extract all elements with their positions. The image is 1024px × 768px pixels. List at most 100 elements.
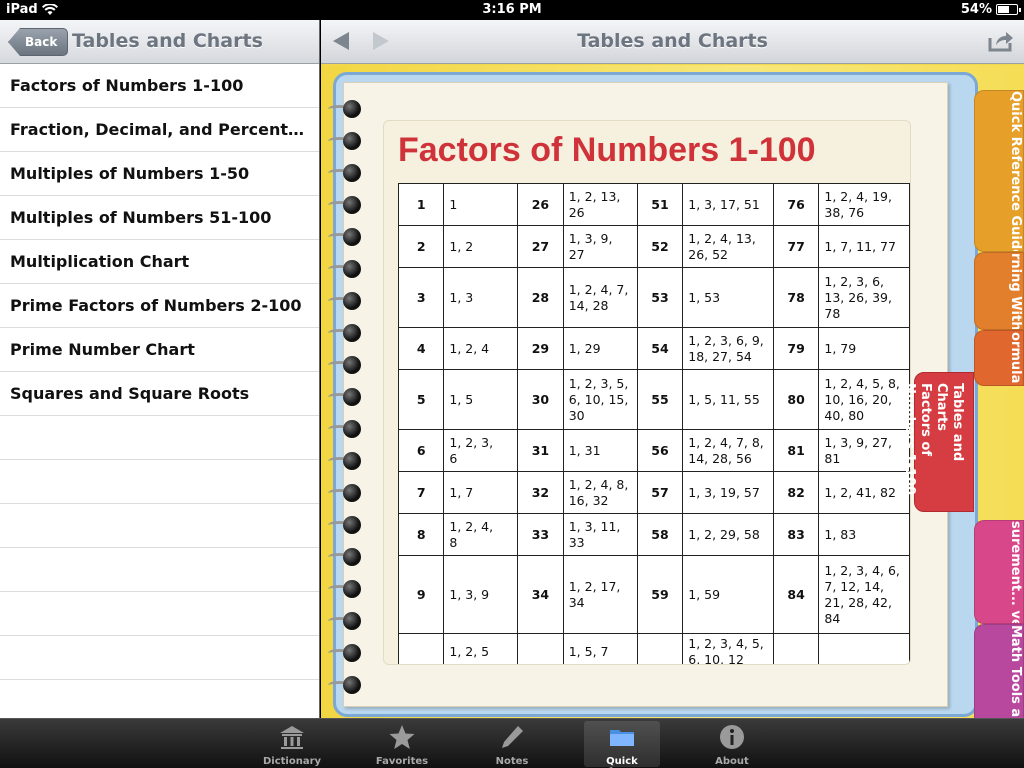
list-item[interactable]: Factors of Numbers 1-100	[0, 64, 319, 108]
factors-cell: 1, 2, 29, 58	[682, 513, 774, 556]
number-cell: 5	[397, 369, 445, 430]
list-item[interactable]: Multiples of Numbers 1-50	[0, 152, 319, 196]
factors-cell: 1, 2, 3, 6	[443, 429, 519, 472]
battery-indicator: 54%	[961, 2, 1021, 17]
factors-cell: 1, 2, 4, 7, 14, 28	[562, 267, 638, 328]
side-tab-label: Quick Reference Guides: Opera...	[1008, 91, 1023, 252]
list-item[interactable]: Prime Number Chart	[0, 328, 319, 372]
number-cell	[636, 633, 684, 664]
master-panel: Back Tables and Charts Factors of Number…	[0, 20, 320, 718]
side-tab-label: Math Tools and Equipment	[1008, 625, 1023, 718]
spiral-rings	[326, 95, 366, 703]
number-cell: 83	[772, 513, 820, 556]
list-item[interactable]: Multiples of Numbers 51-100	[0, 196, 319, 240]
side-tab[interactable]: surement... version...	[974, 520, 1024, 624]
page-title: Factors of Numbers 1-100	[398, 131, 816, 169]
factors-cell: 1, 2, 17, 34	[562, 555, 638, 634]
tab-about[interactable]: About	[694, 721, 770, 767]
factors-cell: 1, 2, 3, 6, 9, 18, 27, 54	[682, 327, 774, 370]
factors-cell: 1, 3, 17, 51	[682, 183, 774, 226]
factors-cell: 1, 7	[443, 471, 519, 514]
factors-cell: 1	[443, 183, 519, 226]
factors-cell: 1, 2, 3, 4, 5, 6, 10, 12	[682, 633, 774, 664]
number-cell: 78	[772, 267, 820, 328]
number-cell: 52	[636, 225, 684, 268]
tab-bar: Dictionary Favorites Notes Quick Referen…	[0, 718, 1024, 768]
side-tab[interactable]: ormula	[974, 330, 1024, 386]
side-tab-label: rning With ...ipulatives	[1008, 253, 1023, 329]
dictionary-icon	[280, 726, 304, 749]
factors-cell: 1, 5, 11, 55	[682, 369, 774, 430]
detail-title: Tables and Charts	[577, 30, 768, 52]
number-cell: 6	[397, 429, 445, 472]
active-tab-sublabel: Factors of Numbers 1-100	[902, 383, 933, 496]
side-tab-label: ormula	[1008, 332, 1023, 384]
list-item[interactable]: Prime Factors of Numbers 2-100	[0, 284, 319, 328]
table-row: 8 1, 2, 4, 8 33 1, 3, 11, 33 58 1, 2, 29, 58 8…	[397, 513, 910, 556]
factors-cell: 1, 3, 9, 27, 81	[818, 429, 910, 472]
factors-table: 1 1 26 1, 2, 13, 26 51 1, 3, 17, 51 76 1, 2, 4,…	[397, 183, 910, 664]
factors-cell: 1, 3	[443, 267, 519, 328]
list-item[interactable]: Fraction, Decimal, and Percent Equ...	[0, 108, 319, 152]
active-tab-label: Tables and Charts	[934, 383, 965, 462]
side-tab[interactable]: Math Tools and Equipment	[974, 624, 1024, 718]
detail-panel: Tables and Charts Factors of Numbers 1-1…	[321, 20, 1024, 718]
tab-favorites[interactable]: Favorites	[364, 721, 440, 767]
side-tab[interactable]: rning With ...ipulatives	[974, 252, 1024, 330]
factors-cell: 1, 59	[682, 555, 774, 634]
share-icon[interactable]	[988, 30, 1014, 52]
number-cell: 34	[517, 555, 564, 634]
number-cell: 76	[772, 183, 820, 226]
tab-label: Quick Reference	[593, 756, 650, 768]
tab-notes[interactable]: Notes	[474, 721, 550, 767]
factors-cell: 1, 2, 41, 82	[818, 471, 910, 514]
number-cell: 59	[636, 555, 684, 634]
number-cell: 57	[636, 471, 684, 514]
number-cell: 27	[517, 225, 564, 268]
star-icon	[389, 725, 415, 749]
factors-cell: 1, 2, 5	[443, 633, 519, 664]
table-row: 7 1, 7 32 1, 2, 4, 8, 16, 32 57 1, 3, 19, 57 8…	[397, 471, 910, 514]
list-item[interactable]: Squares and Square Roots	[0, 372, 319, 416]
tab-dictionary[interactable]: Dictionary	[254, 721, 330, 767]
number-cell: 81	[772, 429, 820, 472]
factors-cell: 1, 2, 4, 8, 16, 32	[562, 471, 638, 514]
back-button[interactable]: Back	[8, 28, 69, 56]
empty-list-rows	[0, 416, 319, 680]
left-title: Tables and Charts	[72, 30, 263, 52]
tab-label: Favorites	[375, 756, 429, 767]
side-tab[interactable]: Quick Reference Guides: Opera...	[974, 90, 1024, 252]
number-cell: 28	[517, 267, 564, 328]
number-cell: 58	[636, 513, 684, 556]
list-item[interactable]: Multiplication Chart	[0, 240, 319, 284]
factors-cell: 1, 2, 4, 8	[443, 513, 519, 556]
number-cell: 56	[636, 429, 684, 472]
number-cell: 51	[636, 183, 684, 226]
number-cell: 31	[517, 429, 564, 472]
side-tabs: Quick Reference Guides: Opera...rning Wi…	[902, 90, 1024, 718]
factors-cell: 1, 2, 13, 26	[562, 183, 638, 226]
factors-cell: 1, 53	[682, 267, 774, 328]
tab-quick-reference[interactable]: Quick Reference	[584, 721, 660, 768]
number-cell: 26	[517, 183, 564, 226]
number-cell: 32	[517, 471, 564, 514]
side-tab-active[interactable]: Tables and Charts Factors of Numbers 1-10…	[902, 372, 974, 512]
factors-cell	[818, 633, 910, 664]
factors-cell: 1, 2	[443, 225, 519, 268]
table-row: 5 1, 5 30 1, 2, 3, 5, 6, 10, 15, 30 55 1, 5, …	[397, 369, 910, 430]
topic-list: Factors of Numbers 1-100 Fraction, Decim…	[0, 64, 319, 416]
factors-cell: 1, 2, 4, 5, 8, 10, 16, 20, 40, 80	[818, 369, 910, 430]
table-row: 1 1 26 1, 2, 13, 26 51 1, 3, 17, 51 76 1, 2, 4,…	[397, 183, 910, 226]
status-bar: iPad 3:16 PM 54%	[0, 0, 1024, 20]
factors-cell: 1, 31	[562, 429, 638, 472]
number-cell: 29	[517, 327, 564, 370]
number-cell: 4	[397, 327, 445, 370]
tab-label: Notes	[495, 756, 529, 767]
number-cell: 3	[397, 267, 445, 328]
info-icon	[720, 725, 744, 749]
number-cell: 9	[397, 555, 445, 634]
factors-cell: 1, 2, 4, 13, 26, 52	[682, 225, 774, 268]
pencil-icon	[502, 726, 523, 748]
number-cell: 33	[517, 513, 564, 556]
factors-cell: 1, 2, 3, 5, 6, 10, 15, 30	[562, 369, 638, 430]
